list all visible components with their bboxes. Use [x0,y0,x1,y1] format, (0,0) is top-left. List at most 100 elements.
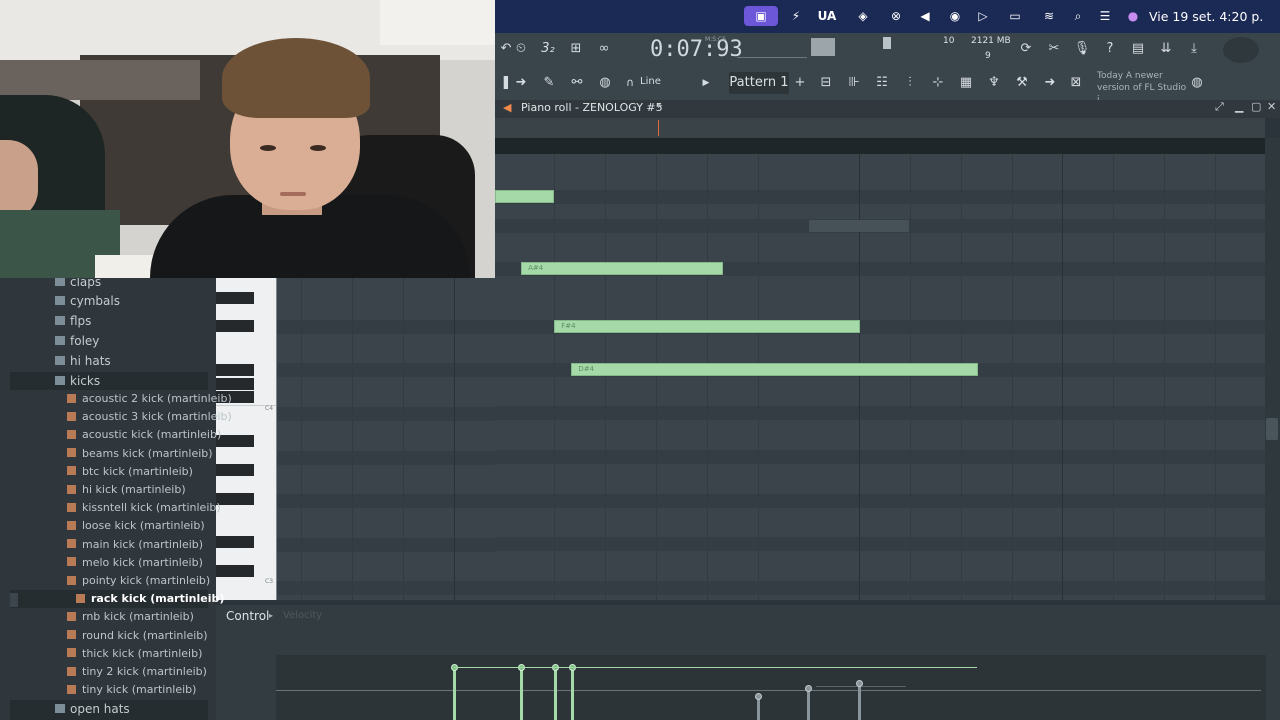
velocity-handle[interactable] [856,680,863,687]
vertical-scrollbar[interactable] [1265,138,1280,600]
black-key[interactable] [216,536,254,548]
detach-icon[interactable]: ⤢ [1215,100,1224,114]
browser-folder[interactable]: open hats [55,700,130,718]
note[interactable]: A#4 [521,262,724,275]
velocity-lane[interactable] [276,655,1266,720]
velocity-bar[interactable] [571,667,574,720]
link-icon[interactable]: ⊗ [887,0,905,33]
note[interactable] [495,190,555,203]
user-icon[interactable]: ◉ [946,0,964,33]
browser-file[interactable]: rnb kick (martinleib) [67,608,194,626]
browser-folder[interactable]: foley [55,332,99,350]
typing-keyboard-icon[interactable]: ⊞ [565,38,587,60]
refresh-icon[interactable]: ⟳ [1015,38,1037,60]
input-source[interactable]: UA [817,0,837,33]
control-label[interactable]: Control [226,609,269,623]
master-volume-slider[interactable] [811,38,835,56]
piano-roll-icon[interactable]: ⊪ [843,72,865,94]
step-size-icon[interactable]: 3₂ [537,38,559,60]
siri-icon[interactable]: ● [1125,0,1141,33]
browser-scroll-nub[interactable] [10,593,18,607]
piano-keyboard[interactable]: C4 C3 [216,278,277,600]
browser-file[interactable]: main kick (martinleib) [67,536,203,554]
speaker-icon[interactable]: ◀ [503,101,511,114]
download-icon[interactable]: ⤓ [1183,38,1205,60]
browser-file[interactable]: tiny kick (martinleib) [67,681,196,699]
timeline-ruler[interactable] [495,118,1265,138]
snap-selector[interactable]: Line [640,76,661,87]
tempo-icon[interactable]: ⚒ [1011,72,1033,94]
piano-roll-grid[interactable] [495,154,1265,600]
browser-file-selected[interactable]: rack kick (martinleib) [76,590,224,608]
add-pattern-icon[interactable]: + [789,72,811,94]
playlist-icon[interactable]: ⊟ [815,72,837,94]
black-key[interactable] [216,292,254,304]
patcher-icon[interactable]: ⊹ [927,72,949,94]
screen-share-icon[interactable]: ▣ [744,6,778,26]
close-icon[interactable]: ✕ [1267,100,1276,113]
black-key[interactable] [216,493,254,505]
black-key[interactable] [216,565,254,577]
browser-folder[interactable]: hi hats [55,352,111,370]
black-key[interactable] [216,435,254,447]
plugin-icon[interactable]: ♆ [983,72,1005,94]
black-key[interactable] [216,378,254,390]
control-chevron-icon[interactable]: ▸ [269,611,273,620]
piano-roll-titlebar[interactable]: ◀ Piano roll - ZENOLOGY #5 ▸ ⤢ ▁ ▢ ✕ [495,100,1280,118]
browser-file[interactable]: thick kick (martinleib) [67,645,202,663]
browser-file[interactable]: acoustic 2 kick (martinleib) [67,390,232,408]
velocity-bar[interactable] [520,667,523,720]
bolt-icon[interactable]: ⚡ [787,0,805,33]
mixer-icon[interactable]: ⫶ [899,72,921,94]
browser-file[interactable]: acoustic 3 kick (martinleib) [67,408,232,426]
browser-file[interactable]: melo kick (martinleib) [67,554,203,572]
velocity-handle[interactable] [805,685,812,692]
browser-file[interactable]: hi kick (martinleib) [67,481,186,499]
help-icon[interactable]: ? [1099,38,1121,60]
black-key[interactable] [216,320,254,332]
battery-icon[interactable]: ▭ [1003,0,1027,33]
brush-icon[interactable]: ✎ [538,72,560,94]
fl-menu-icon[interactable]: ◈ [850,0,876,33]
velocity-bar[interactable] [807,688,810,720]
control-center-icon[interactable]: ☰ [1095,0,1115,33]
browser-folder[interactable]: flps [55,312,91,330]
cart-icon[interactable]: ⊠ [1065,72,1087,94]
black-key[interactable] [216,364,254,376]
play-arrow-icon[interactable]: ➜ [510,72,532,94]
browser-file[interactable]: btc kick (martinleib) [67,463,193,481]
browser-file[interactable]: pointy kick (martinleib) [67,572,210,590]
spotlight-search-icon[interactable]: ⌕ [1069,0,1087,33]
browser-icon[interactable]: ▦ [955,72,977,94]
browser-file[interactable]: tiny 2 kick (martinleib) [67,663,207,681]
black-key[interactable] [216,464,254,476]
note[interactable]: D#4 [571,363,979,376]
metronome-icon[interactable]: ⏲ [510,38,532,60]
cut-icon[interactable]: ✂ [1043,38,1065,60]
save-icon[interactable]: ▤ [1127,38,1149,60]
browser-folder[interactable]: kicks [55,372,100,390]
globe-icon[interactable]: ◍ [1186,72,1208,94]
maximize-icon[interactable]: ▢ [1251,100,1261,113]
velocity-bar[interactable] [858,683,861,720]
pattern-prev-icon[interactable]: ▶ [695,72,717,94]
velocity-handle[interactable] [755,693,762,700]
playhead-marker[interactable] [658,120,659,136]
note[interactable]: F#4 [554,320,860,333]
velocity-bar[interactable] [453,667,456,720]
play-icon[interactable]: ▷ [974,0,992,33]
browser-file[interactable]: loose kick (martinleib) [67,517,205,535]
browser-file[interactable]: acoustic kick (martinleib) [67,426,221,444]
export-icon[interactable]: ⇊ [1155,38,1177,60]
volume-icon[interactable]: ◀︎ [916,0,934,33]
scrollbar-thumb[interactable] [1266,418,1278,440]
wifi-icon[interactable]: ≋ [1040,0,1058,33]
chain-link-icon[interactable]: ⚯ [566,72,588,94]
browser-file[interactable]: round kick (martinleib) [67,627,208,645]
velocity-bar[interactable] [554,667,557,720]
menubar-clock[interactable]: Vie 19 set. 4:20 p. m. [1149,0,1279,57]
browser-file[interactable]: beams kick (martinleib) [67,445,213,463]
loop-record-icon[interactable]: ∞ [593,38,615,60]
microphone-icon[interactable]: 🎙 [1071,38,1093,60]
control-target[interactable]: Velocity [283,610,322,621]
